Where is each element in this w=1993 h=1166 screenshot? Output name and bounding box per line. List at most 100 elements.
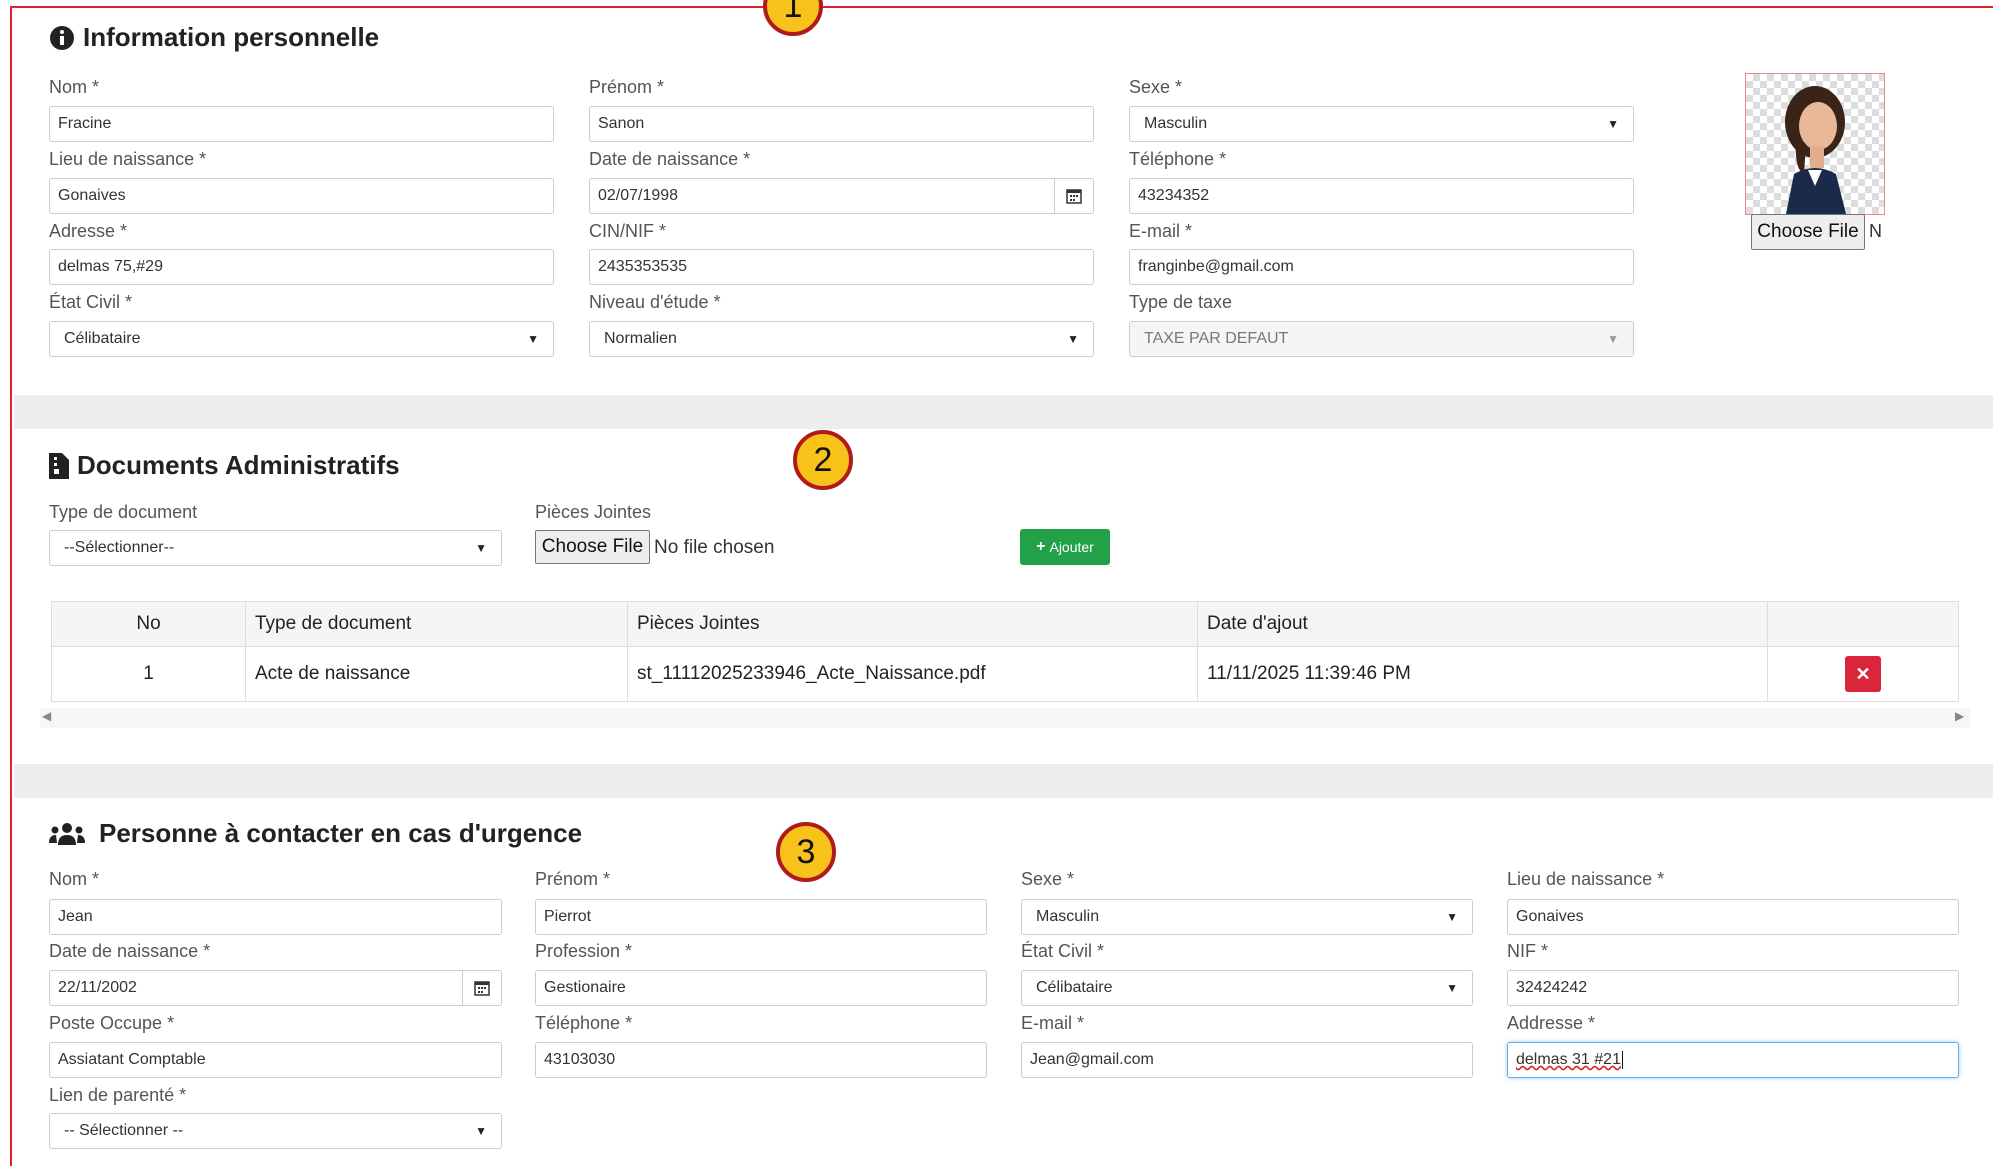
step-badge-3: 3 [776,822,836,882]
adresse-label: Adresse * [49,221,128,241]
contact-lieu-input[interactable]: Gonaives [1507,899,1959,935]
niveau-label: Niveau d'étude * [589,292,721,312]
delete-icon[interactable]: ✕ [1845,656,1881,692]
contact-lieu-label: Lieu de naissance * [1507,869,1665,889]
table-cell: Acte de naissance [245,646,628,702]
contact-telephone-label: Téléphone * [535,1013,633,1033]
table-cell: st_11112025233946_Acte_Naissance.pdf [627,646,1198,702]
photo-choose-file-button[interactable]: Choose File [1751,214,1865,250]
type-document-value: --Sélectionner-- [64,539,175,556]
text-cursor [1621,1051,1623,1069]
chevron-down-icon: ▼ [475,541,487,555]
chevron-down-icon: ▼ [1446,981,1458,995]
step-badge-2: 2 [793,430,853,490]
contact-etat-value: Célibataire [1036,979,1113,996]
telephone-input[interactable]: 43234352 [1129,178,1634,214]
add-document-button[interactable]: + Ajouter [1020,529,1110,565]
person-photo-icon [1785,86,1846,214]
date-input[interactable]: 02/07/1998 [589,178,1094,214]
telephone-label: Téléphone * [1129,149,1227,169]
prenom-label: Prénom * [589,77,665,97]
contact-lien-value: -- Sélectionner -- [64,1122,184,1139]
contact-date-label: Date de naissance * [49,941,211,961]
plus-icon: + [1036,538,1046,555]
photo-file-status: N [1869,221,1882,241]
chevron-down-icon: ▼ [1607,332,1619,346]
table-row: 1 Acte de naissance st_11112025233946_Ac… [51,646,1959,702]
taxe-label: Type de taxe [1129,292,1233,312]
documents-table: No Type de document Pièces Jointes Date … [51,601,1959,702]
taxe-value: TAXE PAR DEFAUT [1144,330,1289,347]
section-title-text: Documents Administratifs [77,450,400,480]
contact-nif-input[interactable]: 32424242 [1507,970,1959,1006]
contact-nom-input[interactable]: Jean [49,899,502,935]
section-separator [14,764,1993,798]
email-input[interactable]: franginbe@gmail.com [1129,249,1634,285]
contact-nif-label: NIF * [1507,941,1549,961]
section-personal-title: Information personnelle [49,22,379,53]
section-documents-title: Documents Administratifs [49,450,400,481]
chevron-down-icon: ▼ [475,1124,487,1138]
sexe-value: Masculin [1144,115,1208,132]
date-label: Date de naissance * [589,149,751,169]
type-document-select[interactable]: --Sélectionner-- ▼ [49,530,502,566]
prenom-input[interactable]: Sanon [589,106,1094,142]
table-header-row: No Type de document Pièces Jointes Date … [51,601,1959,647]
contact-profession-label: Profession * [535,941,633,961]
calendar-icon[interactable] [1054,179,1093,213]
calendar-icon[interactable] [462,971,501,1005]
document-choose-file-button[interactable]: Choose File [535,530,650,564]
contact-poste-label: Poste Occupe * [49,1013,175,1033]
sexe-label: Sexe * [1129,77,1183,97]
pieces-jointes-label: Pièces Jointes [535,502,652,522]
column-header: Date d'ajout [1197,601,1768,647]
contact-adresse-label: Addresse * [1507,1013,1596,1033]
taxe-select[interactable]: TAXE PAR DEFAUT ▼ [1129,321,1634,357]
cin-label: CIN/NIF * [589,221,667,241]
profile-photo [1745,73,1885,215]
contact-poste-input[interactable]: Assiatant Comptable [49,1042,502,1078]
contact-sexe-select[interactable]: Masculin ▼ [1021,899,1473,935]
niveau-select[interactable]: Normalien ▼ [589,321,1094,357]
section-title-text: Information personnelle [83,22,380,52]
lieu-input[interactable]: Gonaives [49,178,554,214]
scroll-left-icon[interactable]: ◀ [42,709,51,723]
nom-input[interactable]: Fracine [49,106,554,142]
badge-number: 2 [813,440,833,479]
document-icon [49,452,69,479]
etat-civil-select[interactable]: Célibataire ▼ [49,321,554,357]
info-icon [50,25,74,50]
adresse-input[interactable]: delmas 75,#29 [49,249,554,285]
cin-input[interactable]: 2435353535 [589,249,1094,285]
contact-etat-select[interactable]: Célibataire ▼ [1021,970,1473,1006]
section-emergency-title: Personne à contacter en cas d'urgence [49,818,582,849]
column-header [1767,601,1959,647]
contact-date-input[interactable]: 22/11/2002 [49,970,502,1006]
contact-adresse-input[interactable]: delmas 31 #21 [1507,1042,1959,1078]
contact-lien-select[interactable]: -- Sélectionner -- ▼ [49,1113,502,1149]
contact-lien-label: Lien de parenté * [49,1085,187,1105]
contact-telephone-input[interactable]: 43103030 [535,1042,987,1078]
column-header: Pièces Jointes [627,601,1198,647]
add-button-label: Ajouter [1049,539,1094,555]
horizontal-scrollbar[interactable] [40,708,1970,728]
contact-date-value: 22/11/2002 [58,979,137,996]
scroll-right-icon[interactable]: ▶ [1955,709,1964,723]
etat-civil-value: Célibataire [64,330,141,347]
niveau-value: Normalien [604,330,677,347]
chevron-down-icon: ▼ [1067,332,1079,346]
contact-sexe-label: Sexe * [1021,869,1075,889]
contact-email-input[interactable]: Jean@gmail.com [1021,1042,1473,1078]
column-header: Type de document [245,601,628,647]
contact-prenom-label: Prénom * [535,869,611,889]
chevron-down-icon: ▼ [527,332,539,346]
table-cell: 11/11/2025 11:39:46 PM [1197,646,1768,702]
contact-prenom-input[interactable]: Pierrot [535,899,987,935]
sexe-select[interactable]: Masculin ▼ [1129,106,1634,142]
date-value: 02/07/1998 [598,187,679,204]
contact-profession-input[interactable]: Gestionaire [535,970,987,1006]
chevron-down-icon: ▼ [1446,910,1458,924]
type-document-label: Type de document [49,502,198,522]
table-cell: ✕ [1767,646,1959,702]
section-separator [14,395,1993,429]
